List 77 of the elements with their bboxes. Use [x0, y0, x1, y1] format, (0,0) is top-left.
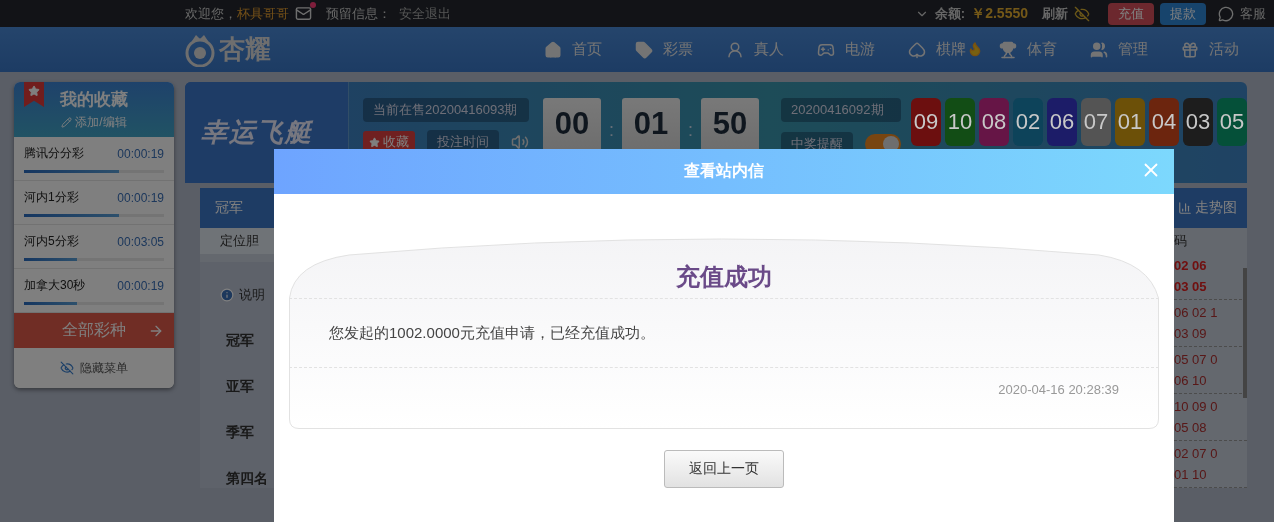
lottery-name: 河内1分彩: [24, 189, 79, 206]
countdown-time: 00:00:19: [117, 190, 164, 205]
draw-numbers: 10 09 0: [1174, 399, 1219, 415]
draw-numbers: 06 10: [1174, 373, 1208, 389]
nav-item[interactable]: 真人: [708, 27, 799, 72]
draw-numbers: 05 07 0: [1174, 352, 1219, 368]
logo-text: 杏耀: [219, 33, 271, 66]
bet-mode-label: 定位胆: [200, 228, 274, 262]
pencil-icon: [61, 117, 73, 128]
tag-icon: [635, 40, 653, 59]
chat-icon[interactable]: [1218, 5, 1234, 22]
position-label: 亚军: [226, 378, 254, 394]
lottery-name: 河内5分彩: [24, 233, 79, 250]
draw-numbers: 02 06: [1174, 258, 1208, 274]
draw-numbers: 01 10: [1174, 467, 1208, 483]
speaker-icon[interactable]: [510, 133, 529, 151]
column-header: 码: [1174, 231, 1187, 250]
nav-item[interactable]: 活动: [1163, 27, 1254, 72]
recharge-button[interactable]: 充值: [1108, 2, 1154, 25]
draw-numbers: 03 09: [1174, 326, 1208, 342]
draw-numbers: 03 05: [1174, 279, 1208, 295]
dialog-header: 查看站内信: [274, 149, 1174, 194]
refresh-link[interactable]: 刷新: [1042, 4, 1068, 23]
all-lotteries-button[interactable]: 全部彩种: [14, 313, 174, 348]
logout-link[interactable]: 安全退出: [399, 4, 451, 23]
bar-chart-icon: [1178, 201, 1192, 215]
service-link[interactable]: 客服: [1240, 4, 1266, 23]
colon-separator: :: [607, 119, 615, 141]
nav-item[interactable]: 棋牌: [890, 27, 981, 72]
spade-icon: [908, 40, 926, 59]
dialog-heading: 充值成功: [676, 261, 772, 292]
back-button[interactable]: 返回上一页: [664, 450, 784, 488]
draw-numbers: 06 02 1: [1174, 305, 1219, 321]
draw-numbers: 05 08: [1174, 420, 1208, 436]
withdraw-button[interactable]: 提款: [1160, 2, 1206, 25]
trend-chart-tab[interactable]: 走势图: [1178, 199, 1237, 217]
ribbon-icon: [24, 82, 44, 107]
logo-emblem-icon: [185, 32, 215, 67]
nav-item[interactable]: 电游: [799, 27, 890, 72]
lottery-name: 腾讯分分彩: [24, 145, 84, 162]
nav-item[interactable]: 彩票: [617, 27, 708, 72]
person-icon: [726, 40, 744, 59]
lottery-name: 加拿大30秒: [24, 277, 86, 294]
countdown-time: 00:03:05: [117, 234, 164, 249]
position-label: 第四名: [226, 470, 268, 486]
bet-tab[interactable]: 冠军: [215, 199, 243, 217]
gift-icon: [1181, 40, 1199, 59]
greeting-text: 欢迎您，: [185, 4, 237, 23]
favorite-item[interactable]: 河内5分彩 00:03:05: [14, 225, 174, 269]
position-label: 季军: [226, 424, 254, 440]
balance-amount: ￥2.5550: [971, 4, 1028, 23]
users-icon: [1090, 40, 1108, 59]
nav-item[interactable]: 管理: [1072, 27, 1163, 72]
home-icon: [544, 40, 562, 59]
reserved-info-label: 预留信息：: [326, 4, 391, 23]
trophy-icon: [999, 40, 1017, 59]
favorite-item[interactable]: 腾讯分分彩 00:00:19: [14, 137, 174, 181]
star-icon: [368, 136, 380, 148]
eye-off-icon: [60, 361, 74, 375]
draw-numbers: 02 07 0: [1174, 446, 1219, 462]
balance-label: 余额:: [934, 4, 966, 23]
edit-link[interactable]: 添加/编辑: [75, 114, 127, 131]
eye-off-icon[interactable]: [1074, 5, 1090, 22]
favorites-title: 我的收藏: [60, 89, 128, 111]
message-text: 您发起的1002.0000元充值申请，已经充值成功。: [329, 323, 655, 343]
favorite-item[interactable]: 河内1分彩 00:00:19: [14, 181, 174, 225]
position-label: 冠军: [226, 332, 254, 348]
nav-item[interactable]: 首页: [526, 27, 617, 72]
info-icon: [220, 288, 234, 302]
note-link[interactable]: 说明: [239, 286, 265, 304]
nav-item[interactable]: 体育: [981, 27, 1072, 72]
colon-separator: :: [687, 119, 694, 141]
countdown-time: 00:00:19: [117, 278, 164, 293]
username-link[interactable]: 杯具哥哥: [237, 4, 289, 23]
message-date: 2020-04-16 20:28:39: [998, 382, 1119, 397]
hide-menu-button[interactable]: 隐藏菜单: [14, 348, 174, 388]
countdown-time: 00:00:19: [117, 146, 164, 161]
